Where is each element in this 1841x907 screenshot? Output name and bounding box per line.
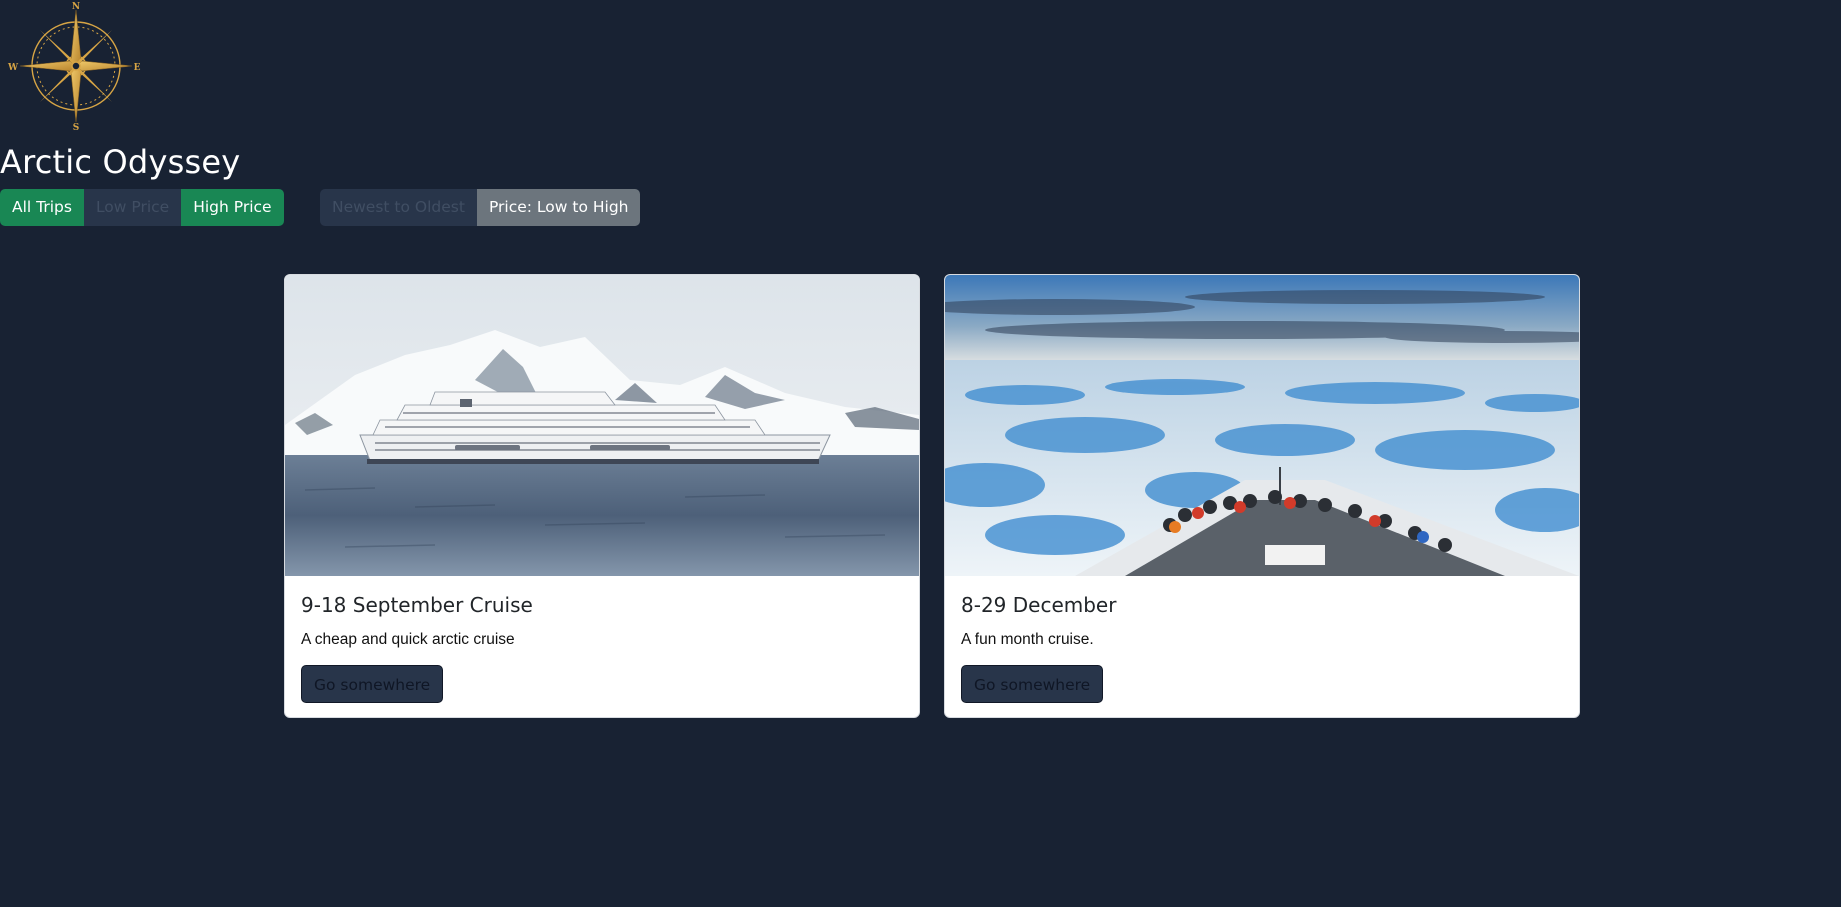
high-price-button[interactable]: High Price [181,189,284,226]
compass-west-label: W [7,63,19,73]
card-title: 8-29 December [961,593,1117,617]
compass-east-label: E [134,63,141,73]
compass-north-label: N [72,2,80,12]
card-body: 9-18 September Cruise A cheap and quick … [285,576,919,703]
compass-logo: N S E W [6,2,142,132]
newest-to-oldest-button[interactable]: Newest to Oldest [320,189,477,226]
card-title: 9-18 September Cruise [301,593,533,617]
trip-card-december: 8-29 December A fun month cruise. Go som… [944,274,1580,718]
all-trips-button[interactable]: All Trips [0,189,84,226]
card-text: A cheap and quick arctic cruise [301,631,515,648]
card-body: 8-29 December A fun month cruise. Go som… [945,576,1579,703]
trip-card-september: 9-18 September Cruise A cheap and quick … [284,274,920,718]
go-somewhere-button[interactable]: Go somewhere [301,665,444,703]
trip-filter-group: All Trips Low Price High Price [0,189,284,226]
card-text: A fun month cruise. [961,631,1094,648]
sort-button-group: Newest to Oldest Price: Low to High [320,189,641,226]
cruise-ship-image [285,275,919,576]
low-price-button[interactable]: Low Price [83,189,182,226]
compass-south-label: S [73,123,80,132]
go-somewhere-button[interactable]: Go somewhere [961,665,1104,703]
page-title: Arctic Odyssey [0,143,241,181]
page: N S E W Arctic Odyssey All Trips Low Pri… [0,0,1841,907]
icebreaker-image [945,275,1579,576]
price-low-to-high-button[interactable]: Price: Low to High [476,189,641,226]
compass-rose-icon: N S E W [7,2,141,132]
